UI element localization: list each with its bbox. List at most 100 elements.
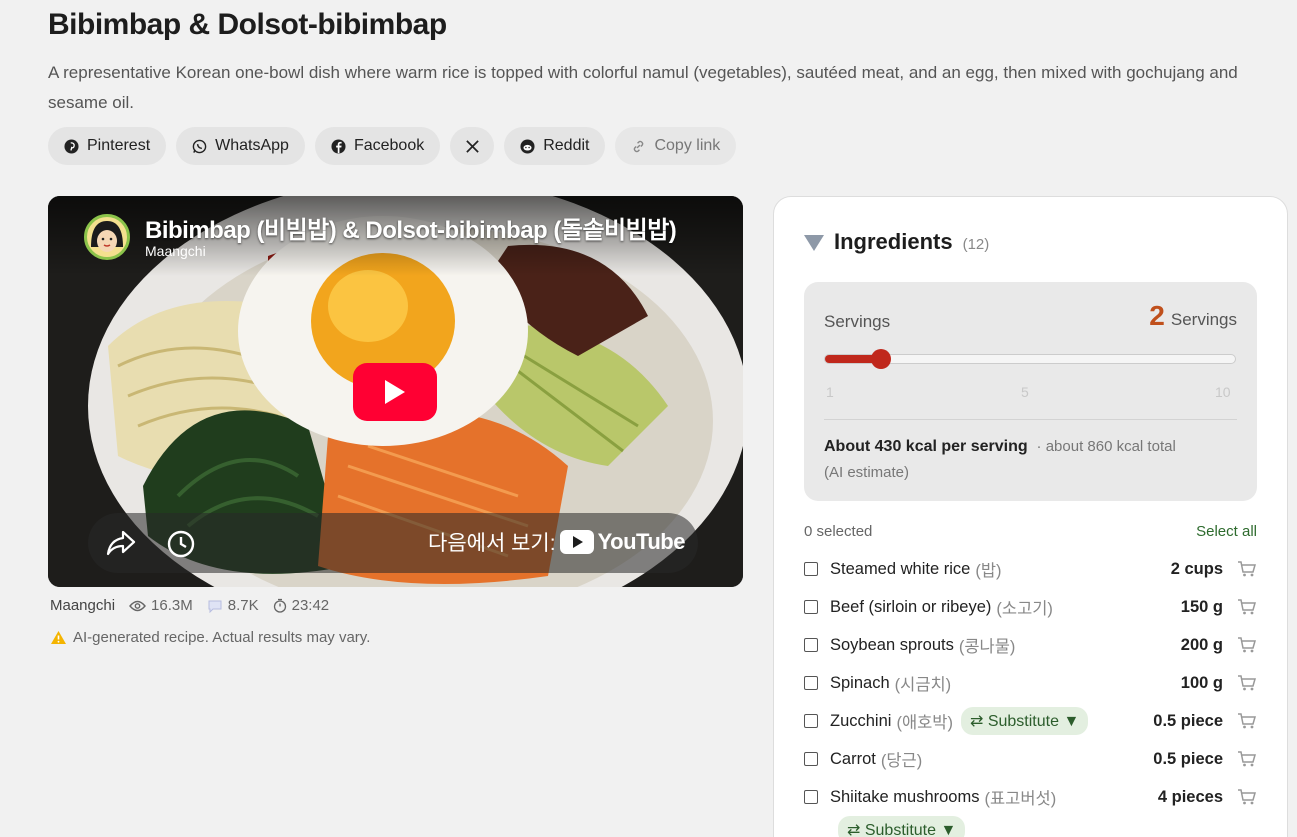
- pinterest-icon: [64, 138, 79, 154]
- ingredient-name: Steamed white rice: [830, 559, 971, 578]
- share-whatsapp-label: WhatsApp: [215, 137, 289, 154]
- servings-value: 2 Servings: [1149, 300, 1237, 332]
- substitute-row: ⇄ Substitute ▼: [804, 816, 1257, 837]
- watch-later-icon[interactable]: [166, 529, 196, 559]
- share-reddit-button[interactable]: Reddit: [504, 127, 606, 165]
- ingredient-quantity: 150 g: [1180, 597, 1223, 616]
- watch-on-label: 다음에서 보기:: [428, 532, 556, 555]
- duration: 23:42: [273, 597, 330, 614]
- cart-icon[interactable]: [1237, 750, 1257, 768]
- selection-row: 0 selected Select all: [804, 523, 1257, 540]
- select-all-link[interactable]: Select all: [1196, 523, 1257, 540]
- servings-slider[interactable]: [824, 349, 1236, 369]
- reddit-icon: [520, 138, 535, 154]
- share-arrow-icon[interactable]: [106, 529, 136, 557]
- ingredient-row: Soybean sprouts (콩나물) 200 g: [804, 626, 1257, 664]
- video-title[interactable]: Bibimbap (비빔밥) & Dolsot-bibimbap (돌솥비빔밥): [145, 210, 677, 245]
- share-x-button[interactable]: [450, 127, 495, 165]
- ingredient-checkbox[interactable]: [804, 638, 818, 652]
- warning-icon: [51, 631, 66, 644]
- recipe-title: Bibimbap & Dolsot-bibimbap: [48, 8, 447, 41]
- copy-link-label: Copy link: [654, 137, 721, 154]
- cart-icon[interactable]: [1237, 788, 1257, 806]
- video-player[interactable]: Bibimbap (비빔밥) & Dolsot-bibimbap (돌솥비빔밥)…: [48, 196, 743, 587]
- comments-count: 8.7K: [207, 597, 259, 614]
- cart-icon[interactable]: [1237, 712, 1257, 730]
- substitute-button[interactable]: ⇄ Substitute ▼: [960, 707, 1089, 735]
- ingredient-checkbox[interactable]: [804, 562, 818, 576]
- ingredient-name: Carrot: [830, 749, 876, 768]
- ingredient-row: Carrot (당근) 0.5 piece: [804, 740, 1257, 778]
- share-pinterest-label: Pinterest: [87, 137, 151, 154]
- kcal-total: · about 860 kcal total: [1036, 438, 1176, 455]
- video-author[interactable]: Maangchi: [50, 597, 115, 614]
- x-icon: [465, 139, 479, 153]
- duration-value: 23:42: [291, 597, 330, 614]
- ingredient-checkbox[interactable]: [804, 790, 818, 804]
- comment-bubble-icon: [208, 600, 222, 613]
- ingredient-quantity: 0.5 piece: [1153, 711, 1223, 730]
- ingredient-list: Steamed white rice (밥) 2 cups Beef (sirl…: [804, 550, 1257, 837]
- ingredient-row: Beef (sirloin or ribeye) (소고기) 150 g: [804, 588, 1257, 626]
- cart-icon[interactable]: [1237, 636, 1257, 654]
- ingredient-name: Zucchini: [830, 711, 892, 730]
- watch-on-youtube-link[interactable]: 다음에서 보기: YouTube: [428, 527, 685, 557]
- selected-count: 0 selected: [804, 523, 873, 540]
- facebook-icon: [331, 138, 346, 154]
- ingredients-title: Ingredients: [834, 229, 953, 254]
- ai-disclaimer: AI-generated recipe. Actual results may …: [50, 629, 370, 646]
- cart-icon[interactable]: [1237, 598, 1257, 616]
- ingredient-korean-name: (콩나물): [958, 638, 1016, 656]
- collapse-triangle-icon[interactable]: [804, 235, 824, 251]
- ingredient-korean-name: (당근): [880, 752, 923, 770]
- kcal-note: (AI estimate): [824, 464, 910, 481]
- ingredient-checkbox[interactable]: [804, 752, 818, 766]
- eye-icon: [129, 600, 146, 611]
- share-facebook-button[interactable]: Facebook: [314, 127, 441, 165]
- video-meta: Maangchi 16.3M 8.7K 23:42: [50, 597, 329, 614]
- ingredient-quantity: 0.5 piece: [1153, 749, 1223, 768]
- servings-label: Servings: [824, 312, 891, 331]
- ingredient-checkbox[interactable]: [804, 714, 818, 728]
- servings-divider: [824, 419, 1237, 420]
- youtube-wordmark: YouTube: [597, 529, 686, 554]
- comments-value: 8.7K: [227, 597, 259, 614]
- ingredient-korean-name: (소고기): [996, 600, 1053, 618]
- share-buttons: Pinterest WhatsApp Facebook Reddit Copy …: [48, 127, 737, 165]
- ingredient-quantity: 4 pieces: [1157, 787, 1223, 806]
- copy-link-button[interactable]: Copy link: [615, 127, 737, 165]
- slider-max-label: 10: [1215, 384, 1231, 400]
- video-channel-name[interactable]: Maangchi: [145, 243, 206, 259]
- stopwatch-icon: [273, 598, 286, 613]
- views-value: 16.3M: [151, 597, 193, 614]
- play-button[interactable]: [353, 363, 437, 421]
- cart-icon[interactable]: [1237, 560, 1257, 578]
- ingredient-name: Spinach: [830, 673, 890, 692]
- ingredient-quantity: 2 cups: [1170, 559, 1223, 578]
- ingredient-checkbox[interactable]: [804, 676, 818, 690]
- calorie-estimate: About 430 kcal per serving · about 860 k…: [824, 434, 1244, 486]
- ingredient-korean-name: (표고버섯): [984, 790, 1057, 808]
- ingredient-name: Shiitake mushrooms: [830, 787, 980, 806]
- slider-thumb[interactable]: [870, 349, 891, 369]
- recipe-description: A representative Korean one-bowl dish wh…: [48, 63, 1238, 112]
- ingredients-count: (12): [962, 236, 990, 253]
- slider-min-label: 1: [826, 384, 834, 400]
- share-whatsapp-button[interactable]: WhatsApp: [176, 127, 305, 165]
- youtube-play-icon: [559, 530, 594, 554]
- ingredient-checkbox[interactable]: [804, 600, 818, 614]
- ingredient-row: Zucchini (애호박) ⇄ Substitute ▼ 0.5 piece: [804, 702, 1257, 740]
- whatsapp-icon: [192, 139, 207, 153]
- ingredients-header[interactable]: Ingredients (12): [804, 229, 989, 255]
- ingredient-quantity: 100 g: [1180, 673, 1223, 692]
- ingredient-row: Shiitake mushrooms (표고버섯) 4 pieces: [804, 778, 1257, 816]
- link-icon: [634, 140, 644, 152]
- avatar-icon: [91, 221, 123, 252]
- substitute-button[interactable]: ⇄ Substitute ▼: [838, 816, 966, 837]
- share-pinterest-button[interactable]: Pinterest: [48, 127, 167, 165]
- cart-icon[interactable]: [1237, 674, 1257, 692]
- channel-avatar[interactable]: [84, 214, 130, 260]
- share-reddit-label: Reddit: [543, 137, 590, 154]
- slider-mid-label: 5: [1021, 384, 1029, 400]
- ingredient-name: Soybean sprouts: [830, 635, 954, 654]
